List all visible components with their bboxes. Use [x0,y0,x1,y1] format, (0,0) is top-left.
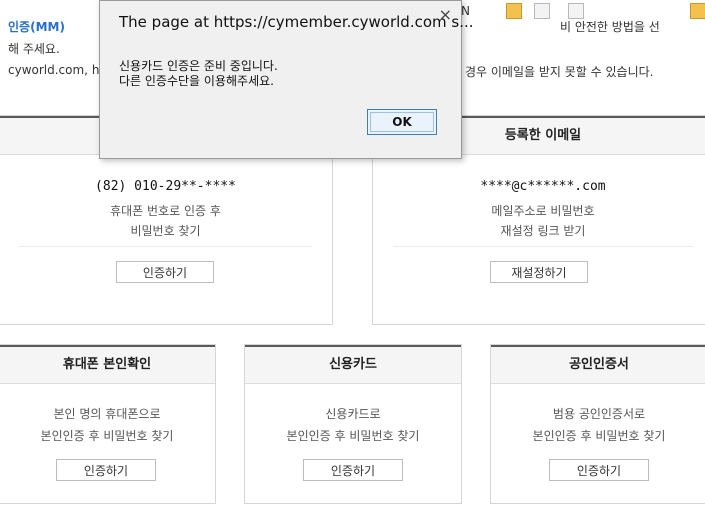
ok-button[interactable]: OK [367,109,437,135]
reset-password-button[interactable]: 재설정하기 [490,261,588,283]
background-text-line: 해 주세요. [8,42,60,56]
masked-phone-number: (82) 010-29**-**** [95,179,236,194]
card-divider [19,246,312,247]
card-description-line: 본인인증 후 비밀번호 찾기 [532,429,666,443]
folder-icon[interactable] [506,3,522,19]
card-description-line: 메일주소로 비밀번호 [491,204,595,218]
folder-icon[interactable] [690,3,705,19]
card-description-line: 범용 공인인증서로 [552,407,646,421]
card-description-line: 재설정 링크 받기 [500,224,586,238]
dialog-title: The page at https://cymember.cyworld.com… [119,13,474,31]
card-title: 공인인증서 [491,345,705,384]
page-icon[interactable] [534,3,550,19]
close-icon[interactable]: × [439,5,452,24]
card-description-line: 신용카드로 [325,407,381,421]
card-title: 신용카드 [245,345,461,384]
dialog-message-line: 다른 인증수단을 이용해주세요. [119,74,274,88]
background-title-fragment: 인증(MM) [8,20,65,34]
alert-dialog: The page at https://cymember.cyworld.com… [99,0,474,159]
certificate-card: 공인인증서 범용 공인인증서로 본인인증 후 비밀번호 찾기 인증하기 [490,344,705,504]
phone-auth-button[interactable]: 인증하기 [116,261,214,283]
card-description-line: 본인 명의 휴대폰으로 [53,407,161,421]
card-description-line: 비밀번호 찾기 [130,224,201,238]
background-text-line: cyworld.com, ha [8,63,107,77]
masked-email: ****@c******.com [480,179,606,194]
certificate-auth-button[interactable]: 인증하기 [549,459,649,481]
card-title: 휴대폰 본인확인 [0,345,215,384]
phone-identity-card: 휴대폰 본인확인 본인 명의 휴대폰으로 본인인증 후 비밀번호 찾기 인증하기 [0,344,216,504]
card-description-line: 본인인증 후 비밀번호 찾기 [286,429,420,443]
card-description-line: 본인인증 후 비밀번호 찾기 [40,429,174,443]
ok-button-label: OK [392,115,412,129]
card-description-line: 휴대폰 번호로 인증 후 [110,204,221,218]
card-divider [393,246,693,247]
credit-card-auth-button[interactable]: 인증하기 [303,459,403,481]
background-text-line: 경우 이메일을 받지 못할 수 있습니다. [465,65,654,79]
phone-identity-auth-button[interactable]: 인증하기 [56,459,156,481]
page-icon[interactable] [568,3,584,19]
credit-card-card: 신용카드 신용카드로 본인인증 후 비밀번호 찾기 인증하기 [244,344,462,504]
background-text-fragment: 비 안전한 방법을 선 [560,20,660,34]
